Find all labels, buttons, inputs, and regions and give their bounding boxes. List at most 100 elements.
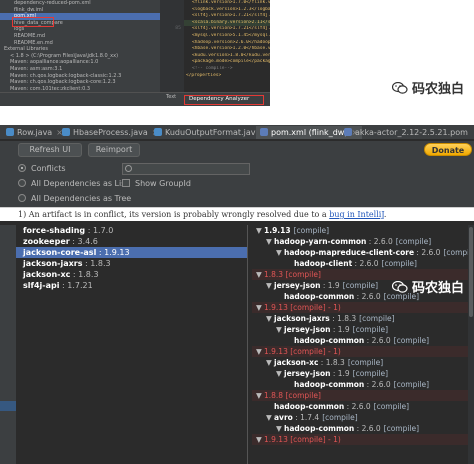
project-tree-item[interactable]: dependency-reduced-pom.xml: [0, 0, 160, 7]
tree-node[interactable]: hadoop-common : 2.6.0 [compile]: [252, 401, 474, 412]
expand-arrow-icon[interactable]: ▼: [276, 368, 284, 379]
dependency-tree[interactable]: ▼ 1.9.13 [compile] ▼ hadoop-yarn-common : 2.…: [252, 225, 474, 464]
dependency-name: hadoop-common: [284, 424, 355, 433]
artifact-item[interactable]: jackson-jaxrs : 1.8.3: [16, 258, 247, 269]
tree-node[interactable]: ▼ hadoop-common : 2.6.0 [compile]: [252, 423, 474, 434]
expand-arrow-icon[interactable]: ▼: [256, 390, 264, 401]
dependency-scope: [compile]: [383, 424, 420, 433]
expand-arrow-icon[interactable]: ▼: [256, 302, 264, 313]
line-number-gutter: 85: [160, 0, 184, 92]
dependency-name: hadoop-common: [294, 336, 365, 345]
expand-arrow-icon[interactable]: ▼: [276, 324, 284, 335]
dependency-separator: :: [364, 380, 372, 389]
expand-arrow-icon[interactable]: ▼: [276, 247, 284, 258]
expand-arrow-icon[interactable]: ▼: [266, 357, 274, 368]
expand-arrow-icon[interactable]: ▼: [266, 280, 274, 291]
project-tree-item[interactable]: < 1.8 > (C:\Program Files\Java\jdk1.8.0_…: [0, 53, 160, 60]
expand-arrow-icon[interactable]: ▼: [276, 423, 284, 434]
dependency-name: avro: [274, 413, 293, 422]
text-tab[interactable]: Text: [166, 94, 176, 100]
artifact-item[interactable]: jackson-core-asl : 1.9.13: [16, 247, 247, 258]
dependency-analyzer-tab[interactable]: Dependency Analyzer: [184, 95, 264, 105]
scrollbar-thumb[interactable]: [469, 227, 473, 317]
line-number: [160, 53, 184, 60]
artifact-version: 1.7.0: [92, 226, 114, 235]
tree-node[interactable]: hadoop-client : 2.6.0 [compile]: [252, 258, 474, 269]
dependency-name: hadoop-yarn-common: [274, 237, 367, 246]
project-tree-item[interactable]: Maven: asm:asm:3.1: [0, 66, 160, 73]
project-tree-item[interactable]: README.md: [0, 33, 160, 40]
tree-node[interactable]: ▼ 1.9.13 [compile] - 1): [252, 302, 474, 313]
tab-hbaseprocess[interactable]: HbaseProcess.java×: [58, 126, 162, 139]
show-groupid-checkbox[interactable]: Show GroupId: [122, 178, 191, 190]
expand-arrow-icon[interactable]: ▼: [266, 236, 274, 247]
pom-editor[interactable]: <flink.version>1.7.0</flink.version><log…: [184, 0, 270, 92]
project-tree-item[interactable]: logs: [0, 26, 160, 33]
artifact-item[interactable]: jackson-xc : 1.8.3: [16, 269, 247, 280]
line-number: 85: [175, 26, 181, 32]
project-tree-item[interactable]: Maven: ch.qos.logback:logback-core:1.2.3: [0, 79, 160, 86]
refresh-ui-button[interactable]: Refresh UI: [18, 143, 82, 157]
tab-akka-actor-pom[interactable]: akka-actor_2.12-2.5.21.pom: [340, 126, 472, 139]
expand-arrow-icon[interactable]: ▼: [256, 269, 264, 280]
intellij-bug-link[interactable]: bug in IntelliJ: [329, 210, 384, 219]
tree-node[interactable]: ▼ 1.9.13 [compile]: [252, 225, 474, 236]
tree-node[interactable]: ▼ jackson-xc : 1.8.3 [compile]: [252, 357, 474, 368]
tree-node[interactable]: ▼ jersey-json : 1.9 [compile]: [252, 368, 474, 379]
project-tree-item[interactable]: External Libraries: [0, 46, 160, 53]
artifact-item[interactable]: zookeeper : 3.4.6: [16, 236, 247, 247]
tree-node[interactable]: ▼ jersey-json : 1.9 [compile]: [252, 324, 474, 335]
artifact-item[interactable]: force-shading : 1.7.0: [16, 225, 247, 236]
search-icon: [125, 165, 132, 172]
tree-node[interactable]: ▼ 1.8.8 [compile]: [252, 390, 474, 401]
dependency-scope: [compile]: [373, 402, 410, 411]
tree-scrollbar[interactable]: [468, 225, 474, 464]
expand-arrow-icon[interactable]: ▼: [256, 346, 264, 357]
tree-node[interactable]: ▼ hadoop-mapreduce-client-core : 2.6.0 [co…: [252, 247, 474, 258]
all-as-list-radio[interactable]: All Dependencies as List: [18, 178, 129, 190]
tree-node[interactable]: ▼ jackson-jaxrs : 1.8.3 [compile]: [252, 313, 474, 324]
conflict-version: 1.9.13 [compile] - 1): [264, 347, 341, 356]
code-line: <scala.binary.version>2.11</scala.binary…: [184, 19, 270, 27]
project-tree-item[interactable]: Maven: ch.qos.logback:logback-classic:1.…: [0, 73, 160, 80]
artifact-item[interactable]: slf4j-api : 1.7.21: [16, 280, 247, 291]
artifact-name: zookeeper: [23, 237, 70, 246]
search-input[interactable]: [122, 163, 250, 175]
donate-button[interactable]: Donate: [424, 143, 472, 156]
tree-node[interactable]: hadoop-common : 2.6.0 [compile]: [252, 335, 474, 346]
artifact-list[interactable]: force-shading : 1.7.0 zookeeper : 3.4.6 ja…: [16, 225, 248, 464]
artifact-version: 1.8.3: [78, 270, 99, 279]
tree-node[interactable]: ▼ avro : 1.7.4 [compile]: [252, 412, 474, 423]
all-as-tree-radio[interactable]: All Dependencies as Tree: [18, 193, 131, 205]
code-line: <hadoop.version>2.6.0</hadoop.version>: [192, 39, 270, 45]
dependency-scope: [compile]: [352, 369, 389, 378]
conflicts-radio[interactable]: Conflicts: [18, 163, 66, 175]
radio-icon: [18, 179, 26, 187]
code-line: <logback.version>1.2.3</logback.version>: [192, 6, 270, 12]
code-line: </properties>: [186, 72, 222, 78]
expand-arrow-icon[interactable]: ▼: [266, 412, 274, 423]
tree-node[interactable]: ▼ 1.9.13 [compile] - 1): [252, 434, 474, 445]
code-line: <flink.version>1.7.0</flink.version>: [192, 0, 270, 5]
dependency-name: 1.9.13: [264, 226, 291, 235]
tree-node[interactable]: hadoop-common : 2.6.0 [compile]: [252, 379, 474, 390]
dependency-scope: [compile]: [347, 358, 384, 367]
code-line: <package.mode>compile</package.mode>: [192, 59, 270, 65]
reimport-button[interactable]: Reimport: [88, 143, 140, 157]
project-tree-item[interactable]: Maven: aopalliance:aopalliance:1.0: [0, 59, 160, 66]
tree-node[interactable]: ▼ 1.9.13 [compile] - 1): [252, 346, 474, 357]
dependency-version: 2.6.0: [351, 402, 371, 411]
expand-arrow-icon[interactable]: ▼: [256, 225, 264, 236]
artifact-name: force-shading: [23, 226, 86, 235]
dependency-scope: [compile]: [352, 325, 389, 334]
code-line: <slf4j.version>1.7.21</slf4j.version>: [192, 13, 270, 19]
project-tree-item[interactable]: flink_dw.iml: [0, 7, 160, 14]
tree-node[interactable]: ▼ hadoop-yarn-common : 2.6.0 [compile]: [252, 236, 474, 247]
expand-arrow-icon[interactable]: ▼: [256, 434, 264, 445]
artifact-version: 3.4.6: [77, 237, 98, 246]
conflict-version: 1.8.3 [compile]: [264, 270, 321, 279]
dependency-separator: :: [318, 358, 326, 367]
project-tree-item[interactable]: README.en.md: [0, 40, 160, 47]
expand-arrow-icon[interactable]: ▼: [266, 313, 274, 324]
dependency-version: 2.6.0: [371, 380, 391, 389]
